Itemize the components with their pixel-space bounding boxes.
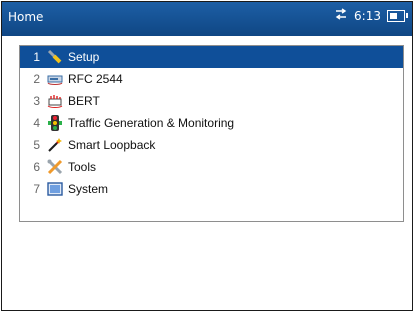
- transfer-arrows-icon: [334, 8, 348, 23]
- menu-item-label: Traffic Generation & Monitoring: [68, 116, 235, 130]
- rfc-2544-icon: [46, 71, 64, 87]
- menu-item-index: 7: [33, 182, 40, 196]
- setup-icon: [46, 49, 64, 65]
- menu-item-index: 3: [33, 94, 40, 108]
- menu-item-label: Setup: [68, 50, 100, 64]
- menu-item-traffic-generation[interactable]: 4 Traffic Generation & Monitoring: [20, 112, 403, 134]
- tools-icon: [46, 159, 64, 175]
- menu-item-index: 4: [33, 116, 40, 130]
- menu-item-system[interactable]: 7 System: [20, 178, 403, 200]
- menu-item-label: BERT: [68, 94, 100, 108]
- main-content: 1 Setup 2 RFC 2544 3 BERT 4 Traffic Gene…: [2, 36, 412, 310]
- device-screen: Home 6:13 1 Setup 2 RFC 2544 3 BERT 4 Tr…: [1, 1, 413, 311]
- battery-icon: [387, 9, 408, 22]
- title-bar: Home 6:13: [2, 2, 412, 36]
- menu-item-label: Smart Loopback: [68, 138, 156, 152]
- menu-item-setup[interactable]: 1 Setup: [20, 46, 403, 68]
- menu-item-smart-loopback[interactable]: 5 Smart Loopback: [20, 134, 403, 156]
- menu-item-index: 1: [33, 50, 40, 64]
- menu-item-index: 6: [33, 160, 40, 174]
- bert-icon: [46, 93, 64, 109]
- window-title: Home: [8, 10, 44, 24]
- home-menu: 1 Setup 2 RFC 2544 3 BERT 4 Traffic Gene…: [19, 45, 404, 222]
- menu-item-index: 2: [33, 72, 40, 86]
- traffic-light-icon: [46, 115, 64, 131]
- menu-item-label: System: [68, 182, 109, 196]
- status-area: 6:13: [334, 8, 408, 23]
- menu-item-label: RFC 2544: [68, 72, 123, 86]
- menu-item-tools[interactable]: 6 Tools: [20, 156, 403, 178]
- menu-item-label: Tools: [68, 160, 97, 174]
- loopback-icon: [46, 137, 64, 153]
- menu-item-bert[interactable]: 3 BERT: [20, 90, 403, 112]
- menu-item-rfc-2544[interactable]: 2 RFC 2544: [20, 68, 403, 90]
- clock-text: 6:13: [354, 8, 381, 23]
- system-icon: [46, 181, 64, 197]
- menu-item-index: 5: [33, 138, 40, 152]
